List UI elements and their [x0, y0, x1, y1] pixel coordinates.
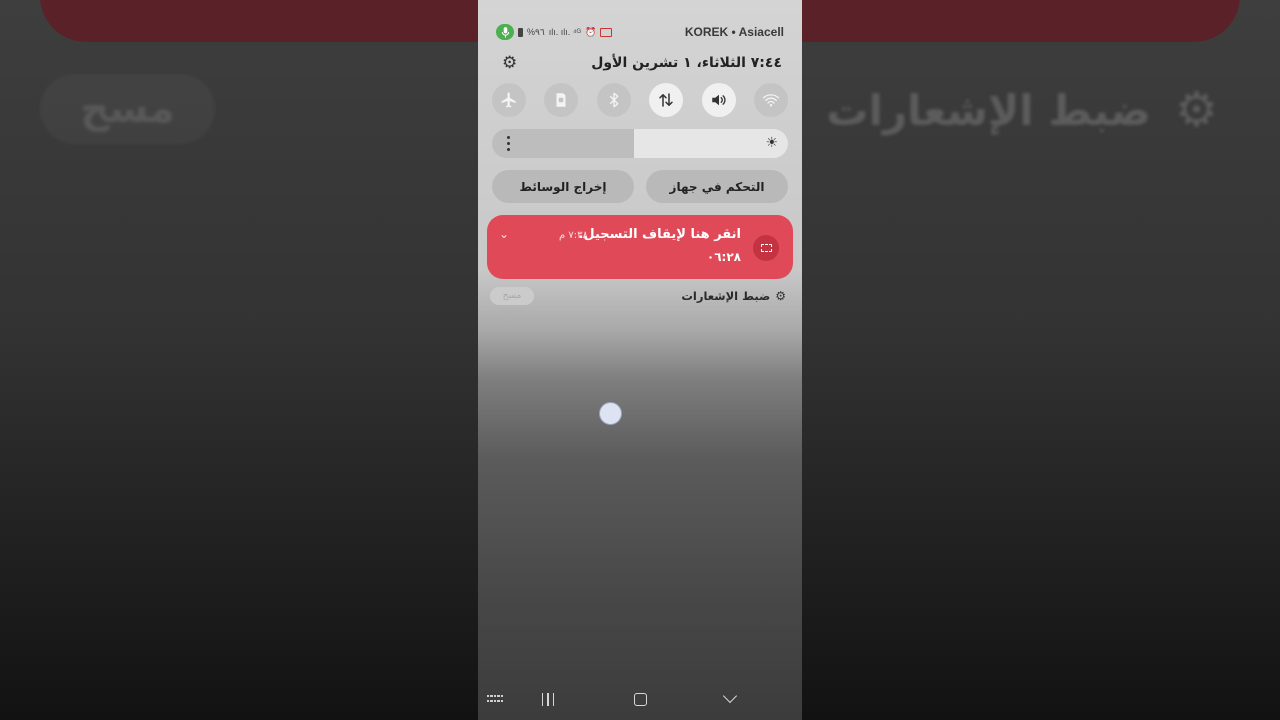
quick-settings-row	[492, 83, 788, 117]
recents-icon[interactable]	[540, 686, 556, 712]
notification-body: ٠٦:٢٨	[706, 250, 741, 264]
back-icon[interactable]	[718, 686, 742, 712]
cast-icon	[600, 27, 613, 37]
notification-settings-button[interactable]: ⚙ ضبط الإشعارات	[681, 286, 786, 306]
background-gear-icon: ⚙	[1174, 82, 1218, 138]
gear-icon[interactable]: ⚙	[502, 54, 517, 72]
status-bar: %٩٦ ılı. ılı. ⁴ᴳ ⏰ KOREK • Asiacell	[478, 20, 802, 44]
chevron-down-icon[interactable]: ⌄	[499, 227, 509, 241]
notification-title: انقر هنا لإيقاف التسجيل.	[578, 227, 741, 242]
qs-mobile-data[interactable]	[649, 83, 684, 117]
storage-icon	[556, 93, 566, 107]
alarm-icon: ⏰	[585, 26, 597, 37]
mic-icon	[496, 24, 514, 40]
navigation-bar	[478, 678, 802, 720]
device-control-button[interactable]: التحكم في جهاز	[646, 170, 788, 203]
background-settings-label: ضبط الإشعارات	[826, 85, 1151, 135]
keyboard-icon[interactable]	[486, 686, 504, 712]
data-transfer-icon	[659, 93, 673, 107]
carrier-name: KOREK • Asiacell	[684, 25, 784, 39]
bluetooth-icon	[609, 92, 619, 108]
brightness-slider[interactable]: ☀	[492, 129, 788, 158]
brightness-more-icon[interactable]	[506, 136, 510, 151]
signal-indicator: ılı. ılı. ⁴ᴳ	[548, 27, 582, 37]
battery-percent: %٩٦	[527, 26, 545, 37]
screen-record-icon	[753, 235, 779, 261]
qs-wifi[interactable]	[753, 83, 788, 117]
gear-icon: ⚙	[775, 289, 786, 303]
media-output-button[interactable]: إخراج الوسائط	[492, 170, 634, 203]
touch-indicator	[599, 402, 622, 425]
screen-recording-notification[interactable]: انقر هنا لإيقاف التسجيل. ٧:٣٨ م ⌄ ٠٦:٢٨	[487, 215, 793, 279]
date-time: ٧:٤٤ الثلاثاء، ١ تشرين الأول	[591, 55, 782, 71]
status-icons: %٩٦ ılı. ılı. ⁴ᴳ ⏰	[496, 24, 613, 40]
background-clear-button: مسح	[40, 74, 215, 144]
notification-time: ٧:٣٨ م	[559, 230, 588, 241]
speaker-icon	[711, 94, 726, 106]
qs-sound[interactable]	[701, 83, 736, 117]
qs-storage[interactable]	[544, 83, 579, 117]
sun-icon: ☀	[765, 135, 778, 151]
notification-panel: %٩٦ ılı. ılı. ⁴ᴳ ⏰ KOREK • Asiacell ⚙ ٧:…	[478, 0, 802, 720]
home-icon[interactable]	[630, 686, 650, 712]
qs-bluetooth[interactable]	[596, 83, 631, 117]
panel-header: ⚙ ٧:٤٤ الثلاثاء، ١ تشرين الأول	[478, 50, 802, 76]
background-notification-settings: ⚙ ضبط الإشعارات	[826, 80, 1218, 140]
panel-buttons: إخراج الوسائط التحكم في جهاز	[492, 170, 788, 203]
clear-button[interactable]: مسح	[490, 287, 534, 305]
airplane-icon	[501, 92, 516, 108]
battery-icon	[518, 27, 523, 37]
wifi-icon	[762, 94, 780, 107]
notification-settings-label: ضبط الإشعارات	[681, 289, 771, 303]
qs-airplane-mode[interactable]	[492, 83, 526, 117]
